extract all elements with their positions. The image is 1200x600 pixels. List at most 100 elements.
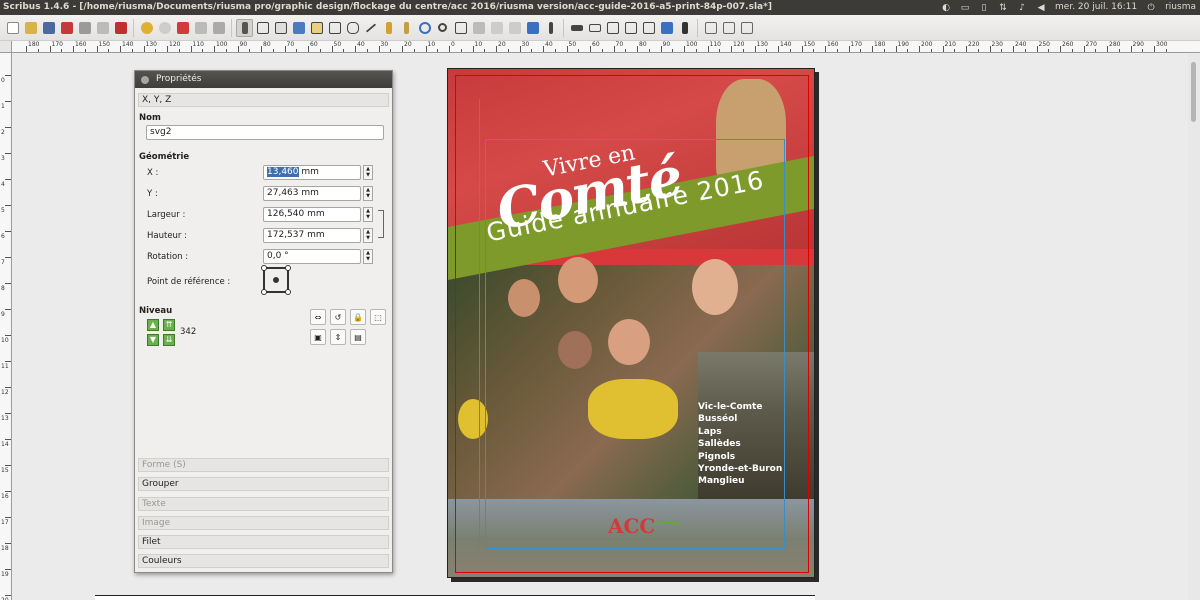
bezier-icon[interactable] — [380, 19, 397, 37]
clock[interactable]: mer. 20 juil. 16:11 — [1055, 0, 1137, 15]
power-icon[interactable]: ⏻ — [1146, 3, 1156, 13]
image-frame-icon[interactable] — [272, 19, 289, 37]
refpoint-selector[interactable] — [261, 265, 291, 295]
pdf-listbox-icon[interactable] — [640, 19, 657, 37]
section-line[interactable]: Filet — [138, 535, 389, 549]
refpoint-handle[interactable] — [285, 265, 291, 271]
unlink-frames-icon[interactable] — [488, 19, 505, 37]
text-frame-icon[interactable] — [254, 19, 271, 37]
section-text[interactable]: Texte — [138, 497, 389, 511]
new-icon[interactable] — [4, 19, 21, 37]
link-frames-icon[interactable] — [470, 19, 487, 37]
refpoint-handle[interactable] — [273, 277, 279, 283]
lower-level-icon[interactable]: ▼ — [147, 334, 159, 346]
pdf-button-icon[interactable] — [568, 19, 585, 37]
pdf-combobox-icon[interactable] — [622, 19, 639, 37]
section-xyz[interactable]: X, Y, Z — [138, 93, 389, 107]
network-icon[interactable]: ⇅ — [998, 3, 1008, 13]
shape-icon[interactable] — [326, 19, 343, 37]
ruler-tick — [49, 46, 51, 52]
rotation-field[interactable]: 0,0 ° — [263, 249, 361, 264]
pdf-link-icon[interactable] — [676, 19, 693, 37]
rotate-icon[interactable] — [416, 19, 433, 37]
height-field[interactable]: 172,537 mm — [263, 228, 361, 243]
pdf-checkbox-icon[interactable] — [604, 19, 621, 37]
properties-titlebar[interactable]: Propriétés — [135, 71, 392, 88]
section-group[interactable]: Grouper — [138, 477, 389, 491]
refpoint-handle[interactable] — [261, 265, 267, 271]
lock-icon[interactable]: 🔒 — [350, 309, 366, 325]
cover-page[interactable]: Vivre en Comté Guide annuaire 2016 Vic-l… — [447, 68, 815, 578]
name-label: Nom — [139, 113, 161, 123]
link-proportions-icon[interactable] — [378, 210, 384, 238]
line-icon[interactable] — [362, 19, 379, 37]
battery-icon[interactable]: ▯ — [979, 3, 989, 13]
section-image[interactable]: Image — [138, 516, 389, 530]
cut-icon[interactable] — [174, 19, 191, 37]
zoom-icon[interactable] — [434, 19, 451, 37]
measure-icon[interactable] — [506, 19, 523, 37]
width-field[interactable]: 126,540 mm — [263, 207, 361, 222]
horizontal-ruler[interactable]: 180 170 160 150 140 130 120 110 100 90 80 70 60 50 40 3… — [12, 41, 1200, 53]
name-field[interactable]: svg2 — [146, 125, 384, 140]
vertical-ruler[interactable]: 01234567891011121314151617181920 — [0, 53, 12, 600]
no-print-icon[interactable]: ▤ — [350, 329, 366, 345]
eyedropper-icon[interactable] — [542, 19, 559, 37]
flip-vertical-icon[interactable]: ↺ — [330, 309, 346, 325]
undo-icon[interactable] — [138, 19, 155, 37]
edit-text-icon[interactable] — [452, 19, 469, 37]
zoom-out-icon[interactable] — [702, 19, 719, 37]
refpoint-handle[interactable] — [285, 289, 291, 295]
width-spinner[interactable]: ▲ ▼ — [363, 207, 373, 222]
open-icon[interactable] — [22, 19, 39, 37]
section-shape[interactable]: Forme (S) — [138, 458, 389, 472]
print-icon[interactable] — [76, 19, 93, 37]
close-panel-icon[interactable] — [141, 76, 149, 84]
save-icon[interactable] — [40, 19, 57, 37]
ruler-label: 6 — [1, 233, 5, 240]
table-icon[interactable] — [308, 19, 325, 37]
x-field[interactable]: 13,460 mm — [263, 165, 361, 180]
close-icon[interactable] — [58, 19, 75, 37]
user-name[interactable]: riusma — [1165, 0, 1196, 15]
selection-frame[interactable] — [485, 139, 785, 549]
zoom-100-icon[interactable] — [720, 19, 737, 37]
flip-horizontal-icon[interactable]: ⇔ — [310, 309, 326, 325]
print-enable-icon[interactable]: ▣ — [310, 329, 326, 345]
ruler-tick — [1013, 46, 1014, 52]
freehand-icon[interactable] — [398, 19, 415, 37]
pdf-icon[interactable] — [112, 19, 129, 37]
ruler-corner[interactable] — [0, 41, 12, 53]
raise-to-top-icon[interactable]: ⇈ — [163, 319, 175, 331]
x-spinner[interactable]: ▲ ▼ — [363, 165, 373, 180]
ubuntu-one-icon[interactable]: ◐ — [941, 3, 951, 13]
y-spinner[interactable]: ▲ ▼ — [363, 186, 373, 201]
next-page-edge[interactable] — [95, 595, 815, 600]
vertical-scrollbar[interactable] — [1188, 54, 1200, 600]
height-spinner[interactable]: ▲ ▼ — [363, 228, 373, 243]
copy-props-icon[interactable] — [524, 19, 541, 37]
pdf-textfield-icon[interactable] — [586, 19, 603, 37]
y-field[interactable]: 27,463 mm — [263, 186, 361, 201]
preflight-icon[interactable] — [94, 19, 111, 37]
section-colors[interactable]: Couleurs — [138, 554, 389, 568]
flip-v2-icon[interactable]: ⇕ — [330, 329, 346, 345]
lock-size-icon[interactable]: ⬚ — [370, 309, 386, 325]
zoom-in-icon[interactable] — [738, 19, 755, 37]
polygon-icon[interactable] — [344, 19, 361, 37]
copy-icon[interactable] — [192, 19, 209, 37]
lower-to-bottom-icon[interactable]: ⇊ — [163, 334, 175, 346]
keyboard-icon[interactable]: ▭ — [960, 3, 970, 13]
rotation-spinner[interactable]: ▲ ▼ — [363, 249, 373, 264]
paste-icon[interactable] — [210, 19, 227, 37]
redo-icon[interactable] — [156, 19, 173, 37]
refpoint-handle[interactable] — [261, 289, 267, 295]
render-frame-icon[interactable] — [290, 19, 307, 37]
notification-icon[interactable]: ♪ — [1017, 3, 1027, 13]
select-icon[interactable] — [236, 18, 253, 37]
volume-icon[interactable]: ◀ — [1036, 3, 1046, 13]
ruler-tick — [261, 46, 262, 52]
scroll-thumb[interactable] — [1191, 62, 1196, 122]
raise-level-icon[interactable]: ▲ — [147, 319, 159, 331]
pdf-annotation-icon[interactable] — [658, 19, 675, 37]
